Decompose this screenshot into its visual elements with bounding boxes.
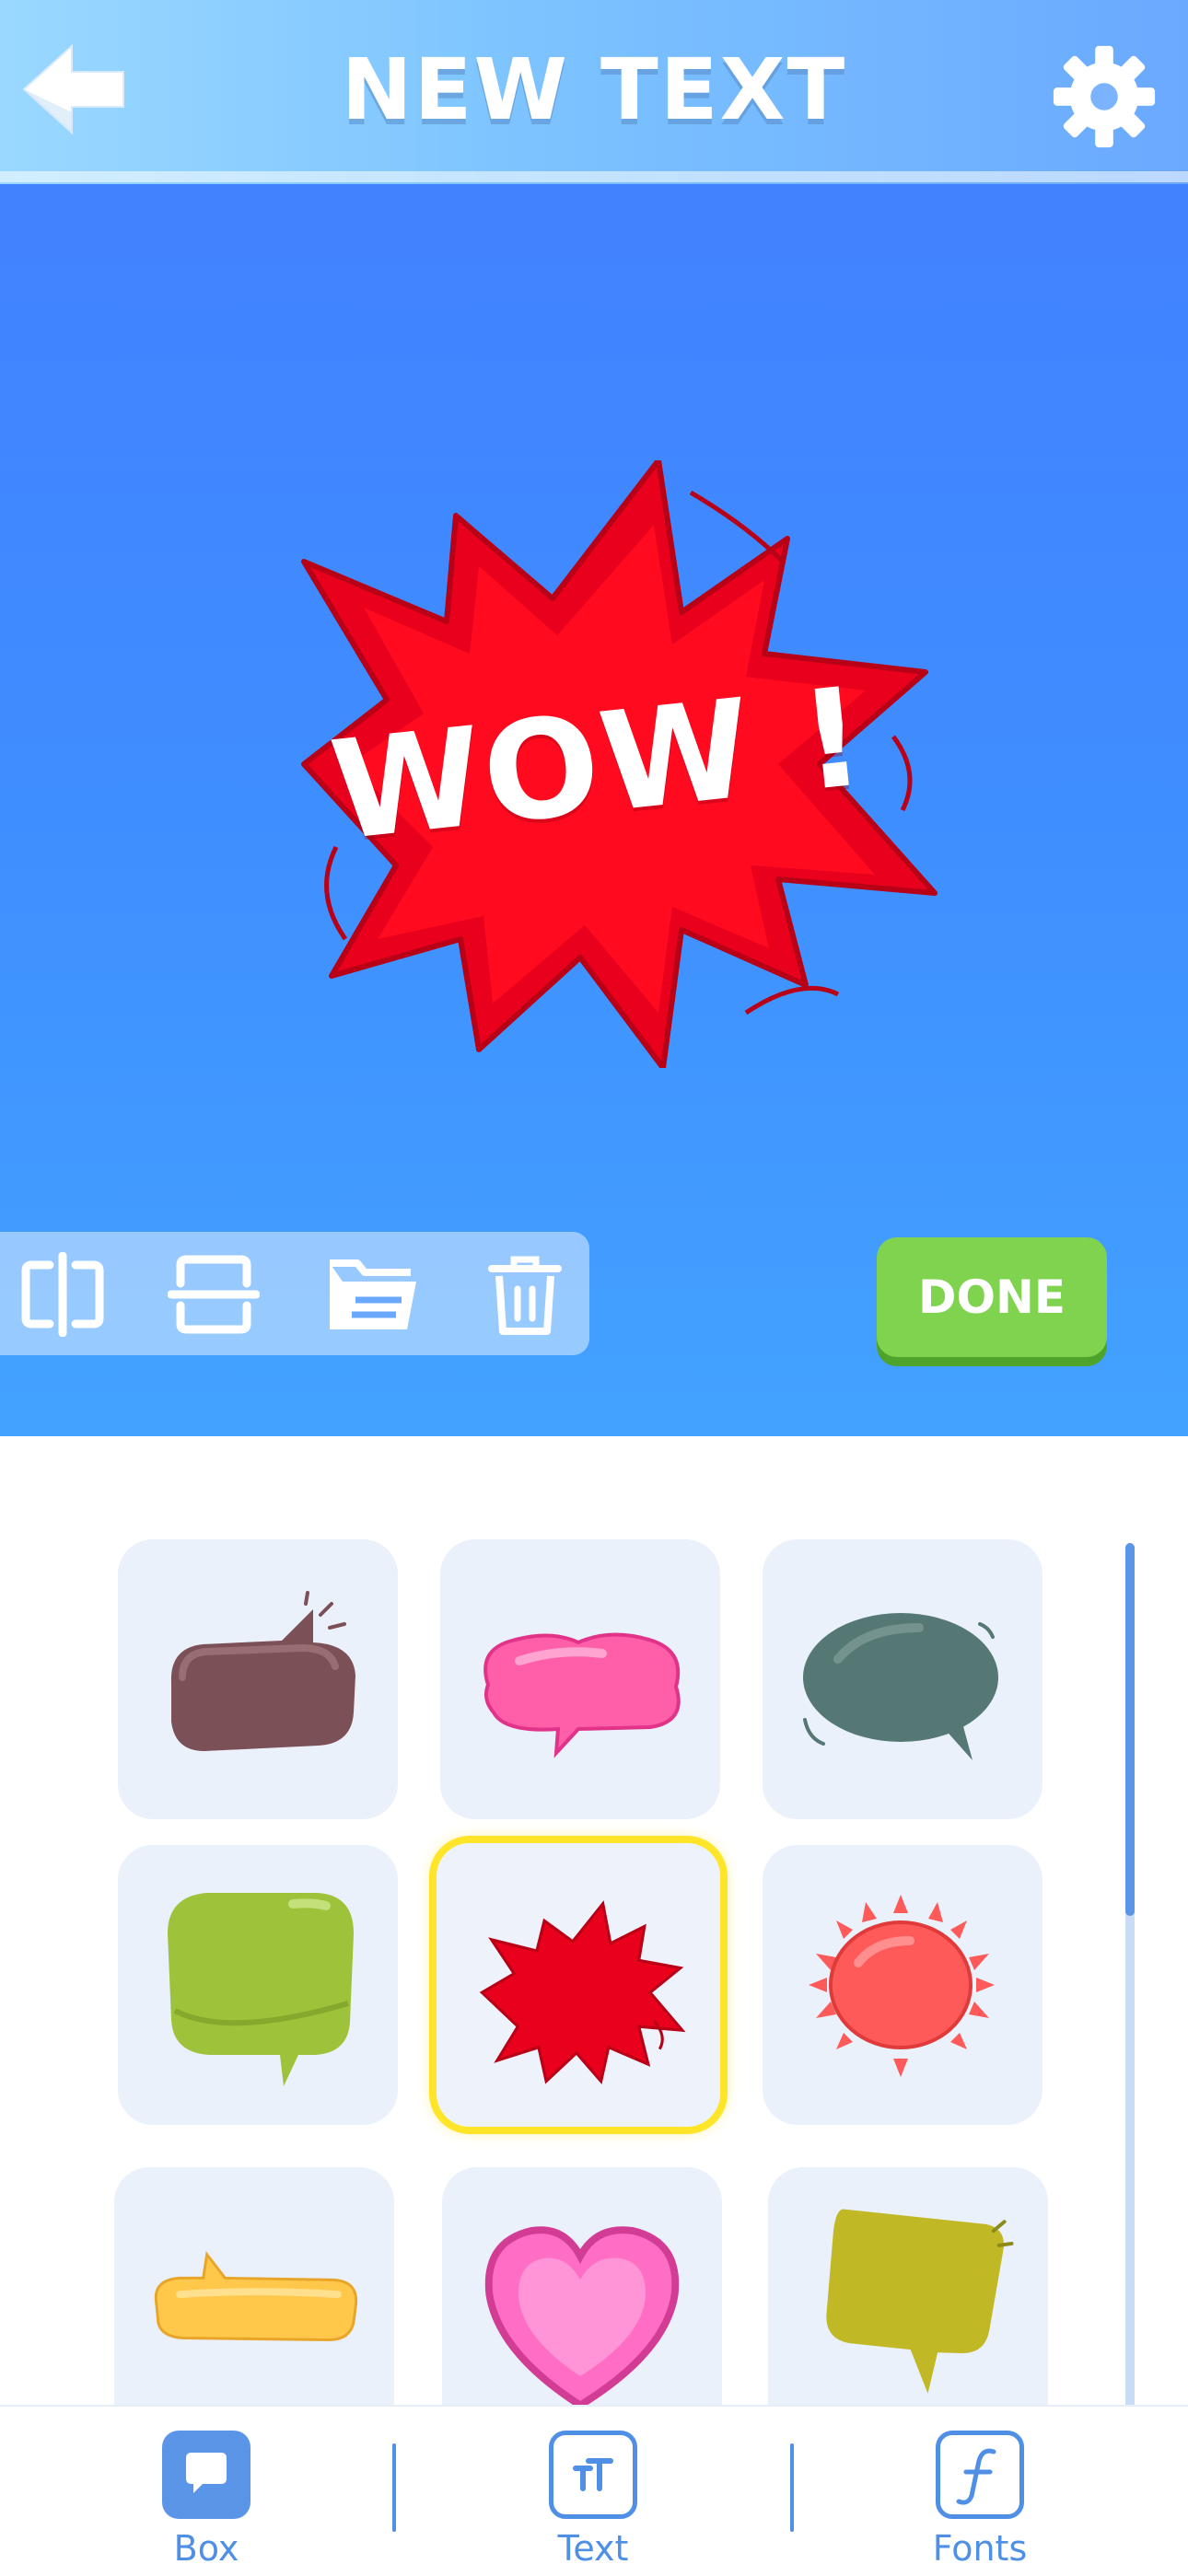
trash-icon [488,1256,562,1335]
nav-item-fonts[interactable]: Fonts [888,2431,1072,2569]
flip-horizontal-button[interactable] [17,1251,109,1338]
delete-button[interactable] [479,1252,571,1337]
text-size-icon [549,2431,637,2519]
mauve-speech-bubble-icon [170,1591,355,1751]
nav-label-fonts: Fonts [932,2528,1028,2569]
header-separator [0,171,1188,182]
nav-item-box[interactable]: Box [114,2431,298,2569]
olive-speech-bubble-icon [826,2209,1014,2394]
top-header: NEW TEXT [0,0,1188,184]
settings-button[interactable] [1050,42,1159,151]
page-title: NEW TEXT [341,41,847,139]
bubble-option-mauve[interactable] [118,1539,398,1819]
bubble-option-heart[interactable] [442,2167,722,2443]
layers-icon [330,1259,416,1329]
done-button[interactable]: DONE [877,1237,1107,1357]
pink-cloud-bubble-icon [483,1632,681,1758]
editor-canvas[interactable]: WOW ! DONE [0,184,1188,1436]
slate-speech-bubble-icon [803,1613,998,1760]
chat-bubble-icon [162,2431,250,2519]
nav-label-box: Box [173,2528,239,2569]
bubble-option-yellow[interactable] [114,2167,394,2443]
flip-horizontal-icon [21,1251,104,1338]
flip-vertical-button[interactable] [167,1252,261,1337]
bottom-nav: Box Text Fonts [0,2405,1188,2576]
pink-heart-bubble-icon [484,2226,680,2410]
font-icon [936,2431,1024,2519]
picker-scrollbar-thumb[interactable] [1125,1543,1135,1916]
bubble-option-sun[interactable] [763,1845,1042,2125]
flip-vertical-icon [167,1255,261,1334]
green-speech-bubble-icon [168,1893,354,2086]
red-burst-bubble-icon [479,1900,686,2085]
sun-bubble-icon [809,1895,995,2077]
bubble-option-green[interactable] [118,1845,398,2125]
edit-toolbar [0,1232,589,1355]
nav-divider [392,2443,396,2532]
bubble-option-pink-cloud[interactable] [440,1539,720,1819]
nav-label-text: Text [557,2528,629,2569]
gear-icon [1053,45,1156,148]
nav-item-text[interactable]: Text [501,2431,685,2569]
yellow-pill-bubble-icon [154,2251,358,2341]
bubble-option-olive[interactable] [768,2167,1048,2443]
bubble-option-red-burst[interactable] [429,1836,728,2134]
bubble-option-slate[interactable] [763,1539,1042,1819]
bubble-text[interactable]: WOW ! [219,425,979,1103]
selected-bubble[interactable]: WOW ! [249,458,949,1071]
nav-divider [790,2443,794,2532]
layers-button[interactable] [322,1252,424,1337]
